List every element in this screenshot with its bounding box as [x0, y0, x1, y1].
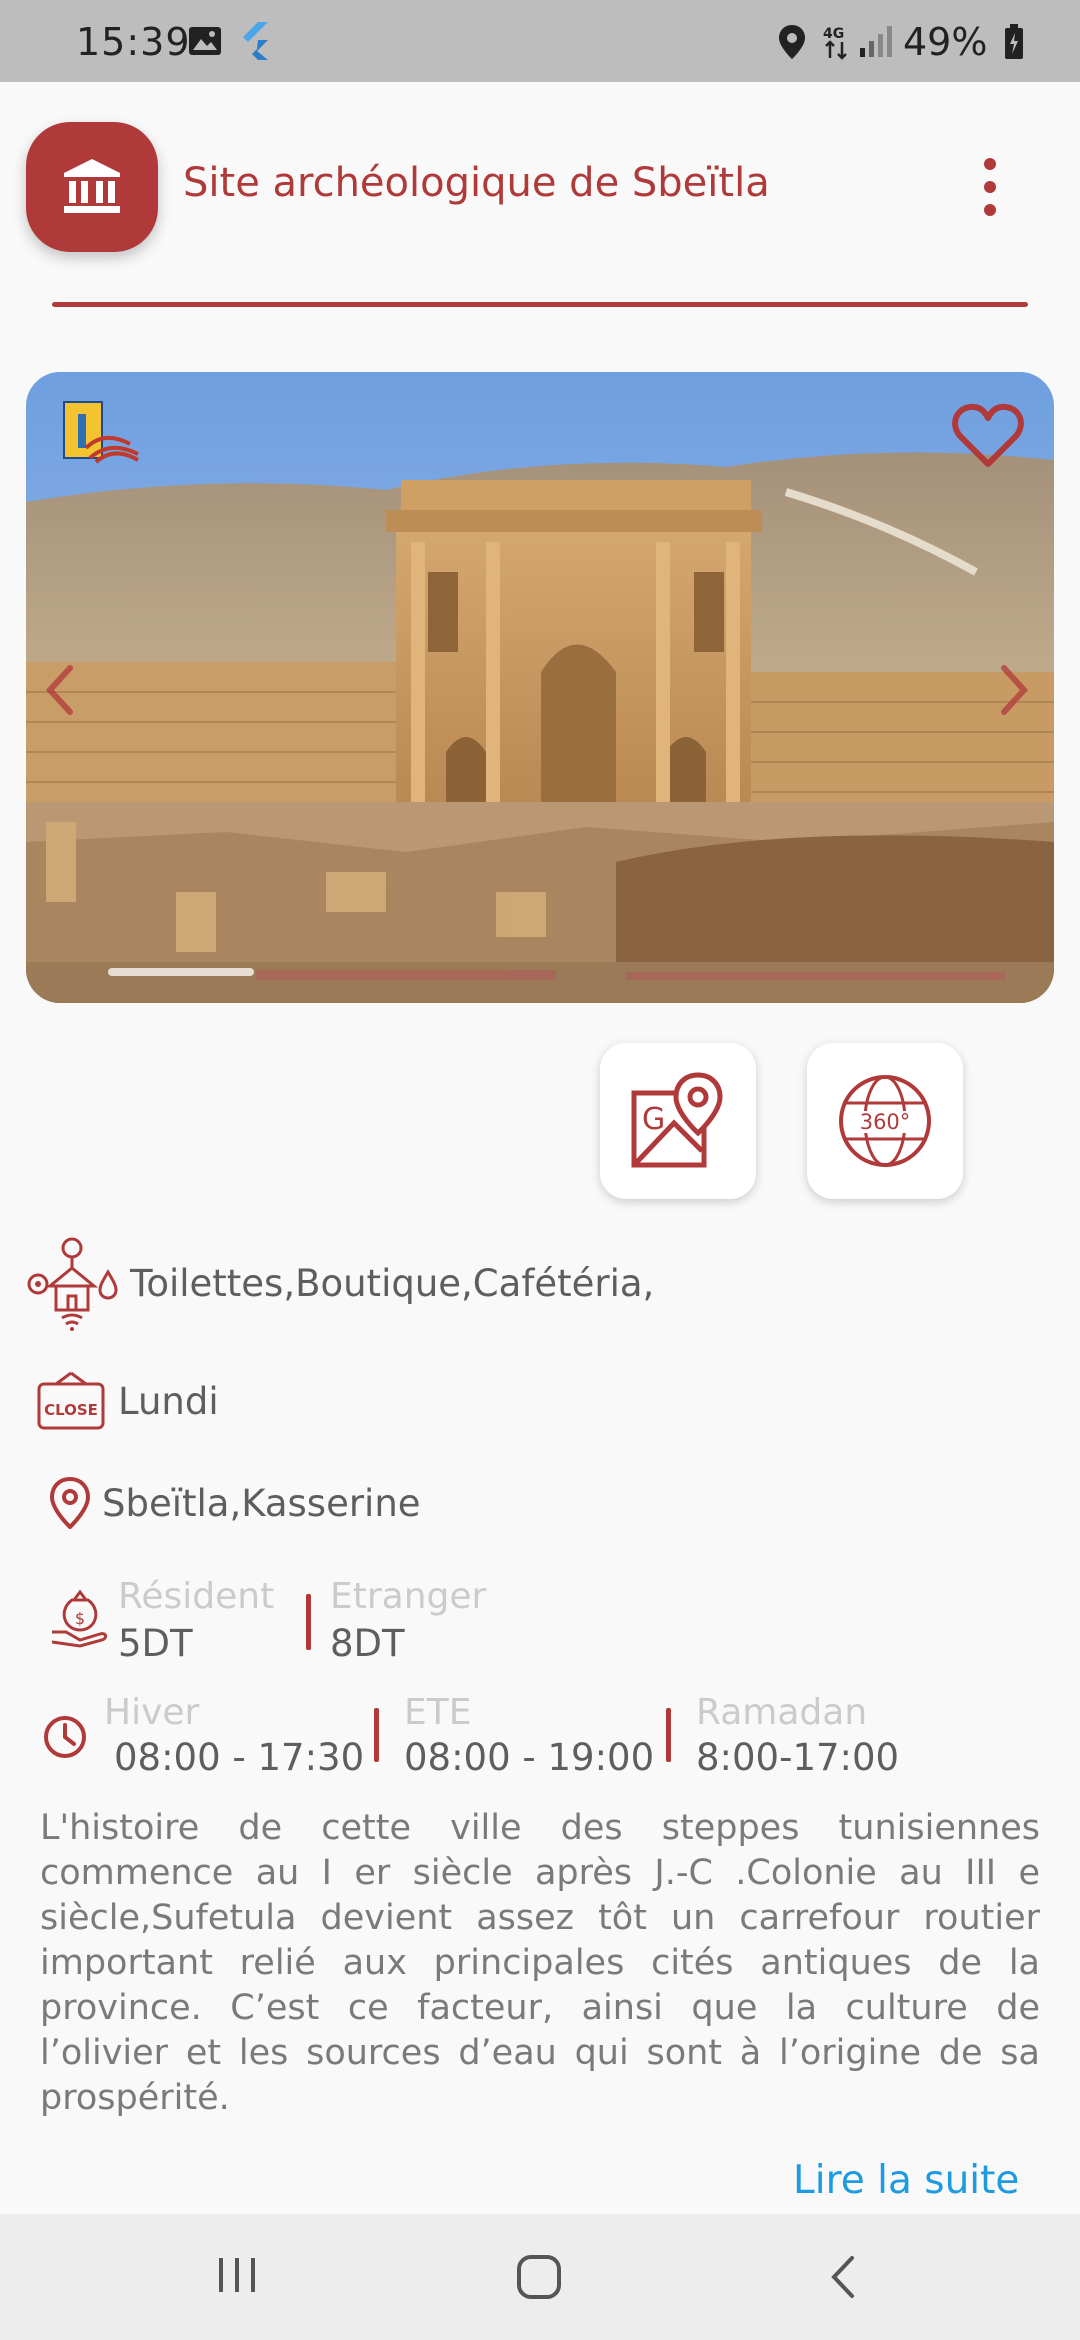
svg-text:G: G: [642, 1102, 665, 1137]
more-vert-icon[interactable]: [970, 158, 1010, 218]
clock-icon: [44, 1716, 86, 1758]
read-more-link[interactable]: Lire la suite: [793, 2158, 1019, 2203]
svg-text:CLOSE: CLOSE: [44, 1401, 98, 1419]
header-divider: [52, 302, 1028, 307]
back-icon[interactable]: [824, 2252, 864, 2302]
foreigner-label: Etranger: [330, 1576, 487, 1617]
svg-text:$: $: [75, 1609, 85, 1628]
closing-day-text: Lundi: [118, 1380, 219, 1423]
network-icon: 4G: [823, 26, 847, 60]
site-description: L'histoire de cette ville des steppes tu…: [40, 1808, 1040, 2118]
page-title: Site archéologique de Sbeïtla: [183, 160, 770, 206]
hours-separator-1: [374, 1708, 379, 1762]
recents-icon[interactable]: [216, 2252, 258, 2298]
price-separator: [306, 1594, 311, 1650]
view-360-icon: 360°: [839, 1075, 931, 1167]
chevron-left-icon[interactable]: [38, 660, 82, 720]
battery-percent: 49%: [903, 20, 988, 64]
resident-label: Résident: [118, 1576, 275, 1617]
svg-text:360°: 360°: [860, 1110, 911, 1134]
location-icon: [779, 25, 805, 59]
status-time: 15:39: [76, 20, 191, 64]
ramadan-hours: 8:00-17:00: [696, 1736, 900, 1779]
ministry-logo-icon: [63, 401, 140, 464]
location-text: Sbeïtla,Kasserine: [102, 1482, 421, 1525]
signal-icon: [860, 26, 892, 57]
winter-label: Hiver: [104, 1692, 200, 1733]
status-bar: 15:39 4G 49%: [0, 0, 1080, 82]
services-text: Toilettes,Boutique,Cafétéria,: [130, 1262, 655, 1305]
site-photo: [26, 372, 1054, 1003]
services-icon: [27, 1237, 118, 1331]
museum-logo: [26, 122, 158, 252]
closed-sign-icon: CLOSE: [37, 1371, 105, 1430]
view-360-button[interactable]: 360°: [807, 1043, 963, 1199]
location-pin-icon: [50, 1477, 90, 1529]
carousel-indicator: [108, 968, 254, 976]
museum-icon: [64, 159, 120, 213]
google-maps-icon: G: [631, 1072, 723, 1168]
chevron-right-icon[interactable]: [992, 660, 1036, 720]
winter-hours: 08:00 - 17:30: [114, 1736, 365, 1779]
image-carousel[interactable]: [26, 372, 1054, 1003]
resident-price: 5DT: [118, 1622, 193, 1665]
hours-separator-2: [666, 1708, 671, 1762]
money-hand-icon: $: [51, 1589, 108, 1648]
battery-icon: [1005, 24, 1023, 59]
open-map-button[interactable]: G: [600, 1043, 756, 1199]
home-icon[interactable]: [514, 2252, 564, 2302]
summer-hours: 08:00 - 19:00: [404, 1736, 655, 1779]
svg-text:4G: 4G: [823, 26, 844, 42]
ramadan-label: Ramadan: [696, 1692, 868, 1733]
image-icon: [189, 27, 221, 55]
summer-label: ETE: [404, 1692, 472, 1733]
heart-outline-icon[interactable]: [952, 402, 1024, 468]
foreigner-price: 8DT: [330, 1622, 405, 1665]
system-nav-bar: [0, 2214, 1080, 2340]
flutter-icon: [243, 22, 268, 60]
